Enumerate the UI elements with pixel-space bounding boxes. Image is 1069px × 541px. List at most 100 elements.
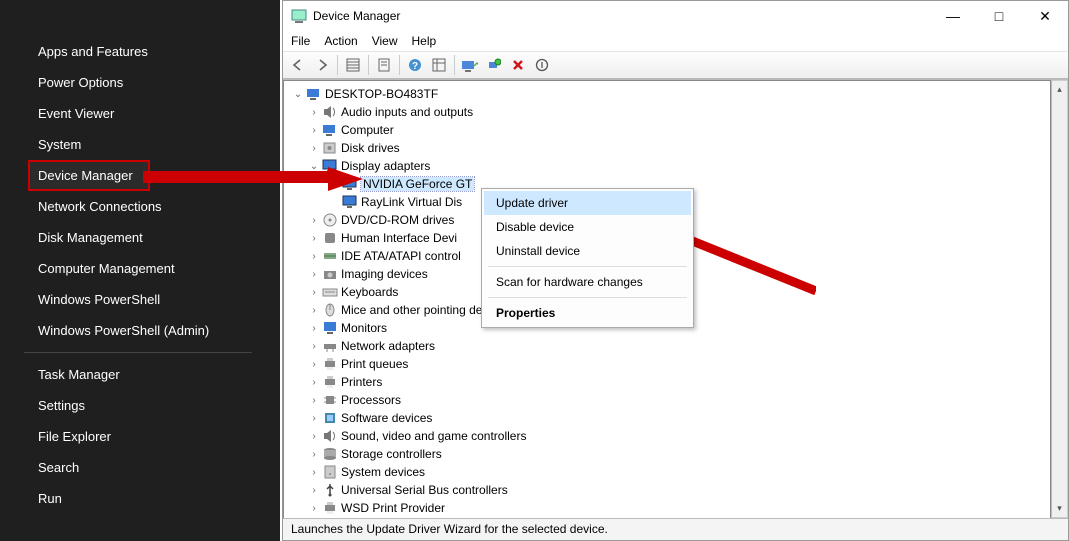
keyboard-icon [322,284,338,300]
tree-label: Human Interface Devi [341,231,457,245]
chevron-right-icon[interactable]: › [308,107,320,118]
winx-item-power-options[interactable]: Power Options [0,67,280,98]
minimize-button[interactable]: — [930,1,976,31]
maximize-button[interactable]: □ [976,1,1022,31]
winx-item-system[interactable]: System [0,129,280,160]
tree-label: System devices [341,465,425,479]
winx-item-windows-powershell[interactable]: Windows PowerShell [0,284,280,315]
properties-button[interactable] [373,54,395,76]
winx-item-computer-management[interactable]: Computer Management [0,253,280,284]
winx-item-search[interactable]: Search [0,452,280,483]
tree-label: Disk drives [341,141,400,155]
tree-node-computer[interactable]: › Computer [288,121,1046,139]
tree-label: Printers [341,375,382,389]
tree-node-wsd-print-provider[interactable]: ›WSD Print Provider [288,499,1046,517]
chevron-right-icon[interactable]: › [308,233,320,244]
tree-node-system-devices[interactable]: › System devices [288,463,1046,481]
system-icon [322,464,338,480]
chevron-right-icon[interactable]: › [308,125,320,136]
computer-icon [322,122,338,138]
chevron-down-icon[interactable]: ⌄ [292,89,304,100]
menu-file[interactable]: File [291,34,310,48]
tree-node-universal-serial-bus-controllers[interactable]: ›Universal Serial Bus controllers [288,481,1046,499]
tree-label: Sound, video and game controllers [341,429,526,443]
action-list-button[interactable] [428,54,450,76]
ctx-properties[interactable]: Properties [484,301,691,325]
chevron-right-icon[interactable]: › [308,377,320,388]
winx-item-task-manager[interactable]: Task Manager [0,359,280,390]
ctx-uninstall-device[interactable]: Uninstall device [484,239,691,263]
chevron-right-icon[interactable]: › [308,359,320,370]
camera-icon [322,266,338,282]
chevron-right-icon[interactable]: › [308,413,320,424]
speaker-icon [322,428,338,444]
tree-node-software-devices[interactable]: ›Software devices [288,409,1046,427]
chevron-right-icon[interactable]: › [308,305,320,316]
winx-item-settings[interactable]: Settings [0,390,280,421]
statusbar: Launches the Update Driver Wizard for th… [283,518,1068,540]
tree-node-audio-inputs-and-outputs[interactable]: ›Audio inputs and outputs [288,103,1046,121]
chevron-right-icon[interactable]: › [308,395,320,406]
computer-icon [306,86,322,102]
winx-item-run[interactable]: Run [0,483,280,514]
winx-item-event-viewer[interactable]: Event Viewer [0,98,280,129]
tree-label: Storage controllers [341,447,442,461]
chevron-right-icon[interactable]: › [308,503,320,514]
software-icon [322,410,338,426]
ctx-scan-for-hardware-changes[interactable]: Scan for hardware changes [484,270,691,294]
tree-node-processors[interactable]: › Processors [288,391,1046,409]
tree-node-display-adapters[interactable]: ⌄Display adapters [288,157,1046,175]
chevron-right-icon[interactable]: › [308,251,320,262]
winx-item-disk-management[interactable]: Disk Management [0,222,280,253]
cpu-icon [322,392,338,408]
monitor-icon [322,320,338,336]
tree-node-disk-drives[interactable]: › Disk drives [288,139,1046,157]
menu-help[interactable]: Help [412,34,437,48]
menu-action[interactable]: Action [324,34,357,48]
tree-node-network-adapters[interactable]: ›Network adapters [288,337,1046,355]
scan-hardware-button[interactable] [483,54,505,76]
chevron-right-icon[interactable]: › [308,215,320,226]
chevron-right-icon[interactable]: › [308,467,320,478]
help-button[interactable]: ? [404,54,426,76]
chevron-right-icon[interactable]: › [308,431,320,442]
tree-node-storage-controllers[interactable]: › Storage controllers [288,445,1046,463]
scroll-up-button[interactable]: ▴ [1052,81,1067,98]
chevron-right-icon[interactable]: › [308,269,320,280]
back-button[interactable] [287,54,309,76]
tree-label: Print queues [341,357,408,371]
tree-label: Processors [341,393,401,407]
chevron-right-icon[interactable]: › [308,341,320,352]
tree-label: Computer [341,123,394,137]
menu-view[interactable]: View [372,34,398,48]
hid-icon [322,230,338,246]
chevron-right-icon[interactable]: › [308,449,320,460]
printer-icon [322,356,338,372]
winx-item-device-manager[interactable]: Device Manager [28,160,150,191]
tree-node-print-queues[interactable]: › Print queues [288,355,1046,373]
uninstall-button[interactable] [507,54,529,76]
scrollbar[interactable]: ▴ ▾ [1051,80,1068,518]
winx-item-file-explorer[interactable]: File Explorer [0,421,280,452]
scroll-down-button[interactable]: ▾ [1052,500,1067,517]
toolbar: ? [283,51,1068,79]
update-driver-button[interactable] [459,54,481,76]
ctx-disable-device[interactable]: Disable device [484,215,691,239]
ctx-update-driver[interactable]: Update driver [484,191,691,215]
chevron-right-icon[interactable]: › [308,485,320,496]
chevron-right-icon[interactable]: › [308,323,320,334]
tree-node-printers[interactable]: › Printers [288,373,1046,391]
winx-item-apps-and-features[interactable]: Apps and Features [0,36,280,67]
winx-item-windows-powershell-admin-[interactable]: Windows PowerShell (Admin) [0,315,280,346]
show-hide-tree-button[interactable] [342,54,364,76]
tree-node-root[interactable]: ⌄ DESKTOP-BO483TF [288,85,1046,103]
chevron-right-icon[interactable]: › [308,287,320,298]
forward-button[interactable] [311,54,333,76]
chevron-right-icon[interactable]: › [308,143,320,154]
close-button[interactable]: ✕ [1022,1,1068,31]
disable-button[interactable] [531,54,553,76]
tree-label: DESKTOP-BO483TF [325,87,438,101]
tree-node-sound-video-and-game-controllers[interactable]: › Sound, video and game controllers [288,427,1046,445]
tree-label: RayLink Virtual Dis [361,195,462,209]
tree-label: NVIDIA GeForce GT [361,177,474,191]
